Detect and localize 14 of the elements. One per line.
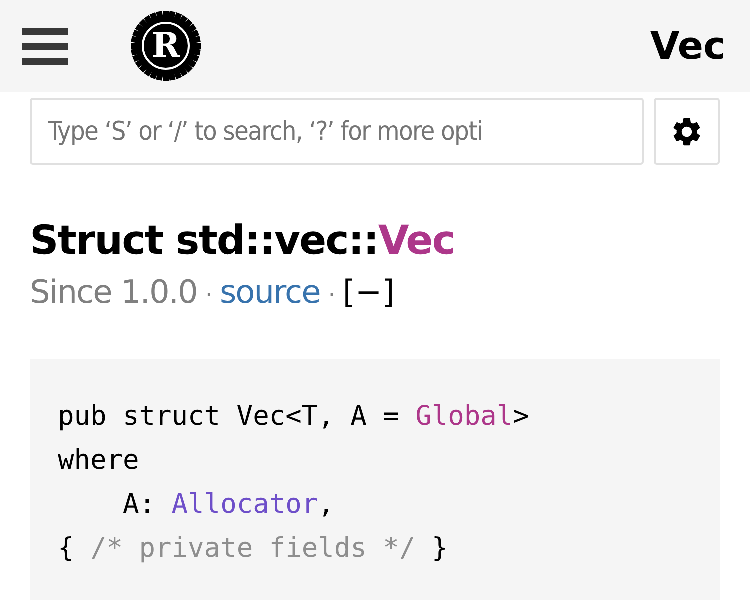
search-field[interactable]: Type ‘S’ or ‘/’ to search, ‘?’ for more opti bbox=[30, 98, 644, 165]
separator-dot: · bbox=[205, 281, 212, 309]
code-line: where bbox=[58, 444, 140, 478]
page-title: Vec bbox=[650, 24, 726, 68]
menu-icon[interactable] bbox=[22, 26, 68, 66]
code-line: { /* private fields */ } bbox=[58, 532, 450, 566]
collapse-toggle[interactable]: [−] bbox=[342, 273, 395, 311]
settings-button[interactable] bbox=[654, 98, 720, 165]
struct-heading: Struct std::vec::Vec bbox=[30, 217, 456, 265]
since-version: Since 1.0.0 bbox=[30, 273, 198, 311]
source-link[interactable]: source bbox=[220, 273, 320, 311]
code-line: pub struct Vec<T, A = Global> bbox=[58, 400, 530, 434]
separator-dot: · bbox=[328, 281, 335, 309]
code-line: A: Allocator, bbox=[122, 488, 336, 522]
